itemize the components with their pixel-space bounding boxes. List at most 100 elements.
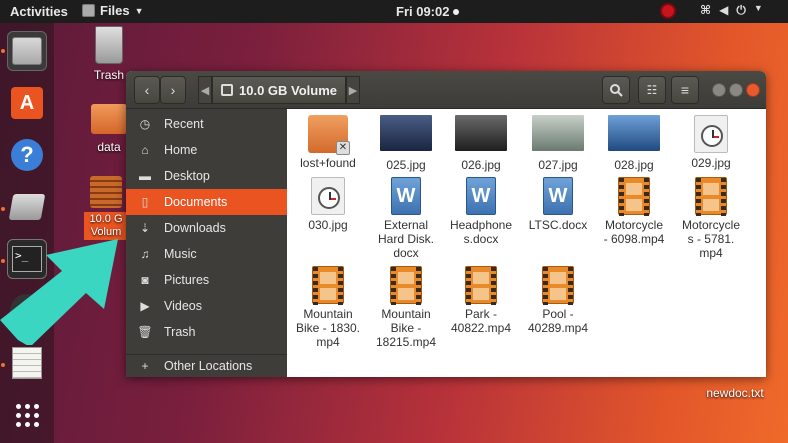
file-item-park-40822[interactable]: Park - 40822.mp4: [445, 266, 517, 335]
sidebar-item-home[interactable]: ⌂ Home: [126, 137, 287, 163]
show-apps-icon[interactable]: [7, 395, 47, 435]
sidebar: ◷ Recent ⌂ Home ▬ Desktop ▯ Documents ⇣ …: [126, 109, 287, 377]
file-item-lost-found[interactable]: ✕ lost+found: [292, 115, 364, 170]
image-thumbnail-icon: [608, 115, 660, 151]
running-indicator-icon: [1, 207, 5, 211]
menu-button[interactable]: ≡: [671, 76, 699, 104]
desktop-newdoc[interactable]: newdoc.txt: [700, 386, 770, 400]
file-item-028[interactable]: 028.jpg: [598, 115, 670, 172]
volume-icon: ◀: [719, 3, 729, 17]
sidebar-item-pictures[interactable]: ◙ Pictures: [126, 267, 287, 293]
word-document-icon: W: [466, 177, 496, 215]
file-name: 029.jpg: [691, 156, 731, 170]
desktop-volume[interactable]: 10.0 G Volum: [84, 176, 128, 240]
path-scroll-right-button[interactable]: ▶: [346, 76, 360, 104]
video-file-icon: [618, 177, 650, 216]
file-name: Bike -: [390, 321, 422, 335]
minimize-button[interactable]: [712, 83, 726, 97]
files-dock-icon[interactable]: [7, 31, 47, 71]
sidebar-item-label: Desktop: [164, 169, 210, 183]
view-mode-button[interactable]: ☷: [638, 76, 666, 104]
file-name: 027.jpg: [538, 158, 578, 172]
folder-icon: [91, 104, 127, 134]
sidebar-item-other-locations[interactable]: + Other Locations: [126, 353, 287, 377]
record-icon[interactable]: [660, 3, 676, 19]
network-icon: ⌘: [700, 3, 712, 17]
maximize-button[interactable]: [729, 83, 743, 97]
file-name: s.docx: [463, 232, 499, 246]
file-name: Bike - 1830.: [295, 321, 361, 335]
file-item-030[interactable]: 030.jpg: [292, 177, 364, 232]
hamburger-icon: ≡: [680, 82, 690, 98]
sidebar-item-label: Trash: [164, 325, 196, 339]
sidebar-item-desktop[interactable]: ▬ Desktop: [126, 163, 287, 189]
file-item-025[interactable]: 025.jpg: [370, 115, 442, 172]
sidebar-item-label: Documents: [164, 195, 228, 209]
path-segment[interactable]: 10.0 GB Volume: [212, 76, 346, 104]
video-file-icon: [390, 266, 422, 305]
camera-icon: ◙: [141, 273, 149, 287]
word-document-icon: W: [391, 177, 421, 215]
file-item-pool-40289[interactable]: Pool - 40289.mp4: [522, 266, 594, 335]
file-name: 030.jpg: [308, 218, 348, 232]
clock[interactable]: Fri 09:02: [396, 4, 460, 19]
sidebar-item-label: Pictures: [164, 273, 210, 287]
running-indicator-icon: [1, 363, 5, 367]
trash-icon: [95, 26, 123, 64]
text-editor-icon[interactable]: [7, 343, 47, 383]
file-name: 025.jpg: [386, 158, 426, 172]
app-menu[interactable]: Files ▼: [82, 3, 144, 18]
system-tray[interactable]: ⌘ ◀ ⏻ ▼: [700, 3, 763, 18]
notification-dot-icon: [453, 8, 460, 15]
file-name: mp4: [699, 246, 723, 260]
sidebar-item-music[interactable]: ♫ Music: [126, 241, 287, 267]
file-name: - 6098.mp4: [603, 232, 665, 246]
sidebar-item-label: Home: [164, 143, 198, 157]
software-center-icon[interactable]: A: [7, 83, 47, 123]
file-grid: ✕ lost+found 025.jpg 026.jpg 027.jpg 028…: [287, 109, 766, 377]
desktop-icon-label: newdoc.txt: [706, 386, 764, 400]
breadcrumb: ◀ 10.0 GB Volume ▶: [198, 76, 360, 104]
file-name: Motorcycle: [604, 218, 663, 232]
forward-button[interactable]: ›: [160, 76, 186, 104]
clock-icon: ◷: [139, 117, 151, 131]
file-item-mountain-bike-18215[interactable]: Mountain Bike - 18215.mp4: [370, 266, 442, 349]
chevron-down-icon: ▼: [134, 5, 144, 16]
dock: A ? >_: [0, 23, 54, 443]
file-item-029[interactable]: 029.jpg: [675, 115, 747, 170]
activities-button[interactable]: Activities: [10, 4, 68, 19]
file-item-026[interactable]: 026.jpg: [445, 115, 517, 172]
sidebar-item-documents[interactable]: ▯ Documents: [126, 189, 287, 215]
header-bar: ‹ › ◀ 10.0 GB Volume ▶ ☷ ≡: [126, 71, 766, 109]
back-button[interactable]: ‹: [134, 76, 160, 104]
search-button[interactable]: [602, 76, 630, 104]
sidebar-item-recent[interactable]: ◷ Recent: [126, 111, 287, 137]
close-button[interactable]: [746, 83, 760, 97]
sidebar-item-downloads[interactable]: ⇣ Downloads: [126, 215, 287, 241]
file-name: 026.jpg: [461, 158, 501, 172]
file-item-external-hard-disk[interactable]: W External Hard Disk. docx: [370, 177, 442, 260]
download-icon: ⇣: [139, 221, 151, 235]
file-name: Hard Disk.: [377, 232, 434, 246]
video-file-icon: [465, 266, 497, 305]
path-scroll-left-button[interactable]: ◀: [198, 76, 212, 104]
help-icon[interactable]: ?: [7, 135, 47, 175]
sidebar-item-label: Music: [164, 247, 197, 261]
file-item-motorcycles-5781[interactable]: Motorcycle s - 5781. mp4: [675, 177, 747, 260]
sidebar-item-trash[interactable]: 🗑 Trash: [126, 319, 287, 345]
plus-icon: +: [141, 359, 149, 373]
clock-label: Fri 09:02: [396, 4, 450, 19]
file-item-motorcycle-6098[interactable]: Motorcycle - 6098.mp4: [598, 177, 670, 246]
sidebar-item-videos[interactable]: ▶ Videos: [126, 293, 287, 319]
path-label: 10.0 GB Volume: [239, 82, 338, 98]
file-item-headphones[interactable]: W Headphone s.docx: [445, 177, 517, 246]
disk-icon[interactable]: [7, 187, 47, 227]
file-name: Mountain: [381, 307, 431, 321]
file-item-ltsc[interactable]: W LTSC.docx: [522, 177, 594, 232]
word-document-icon: W: [543, 177, 573, 215]
list-view-icon: ☷: [646, 83, 658, 97]
video-file-icon: [542, 266, 574, 305]
image-thumbnail-icon: [532, 115, 584, 151]
file-item-mountain-bike-1830[interactable]: Mountain Bike - 1830. mp4: [292, 266, 364, 349]
file-item-027[interactable]: 027.jpg: [522, 115, 594, 172]
